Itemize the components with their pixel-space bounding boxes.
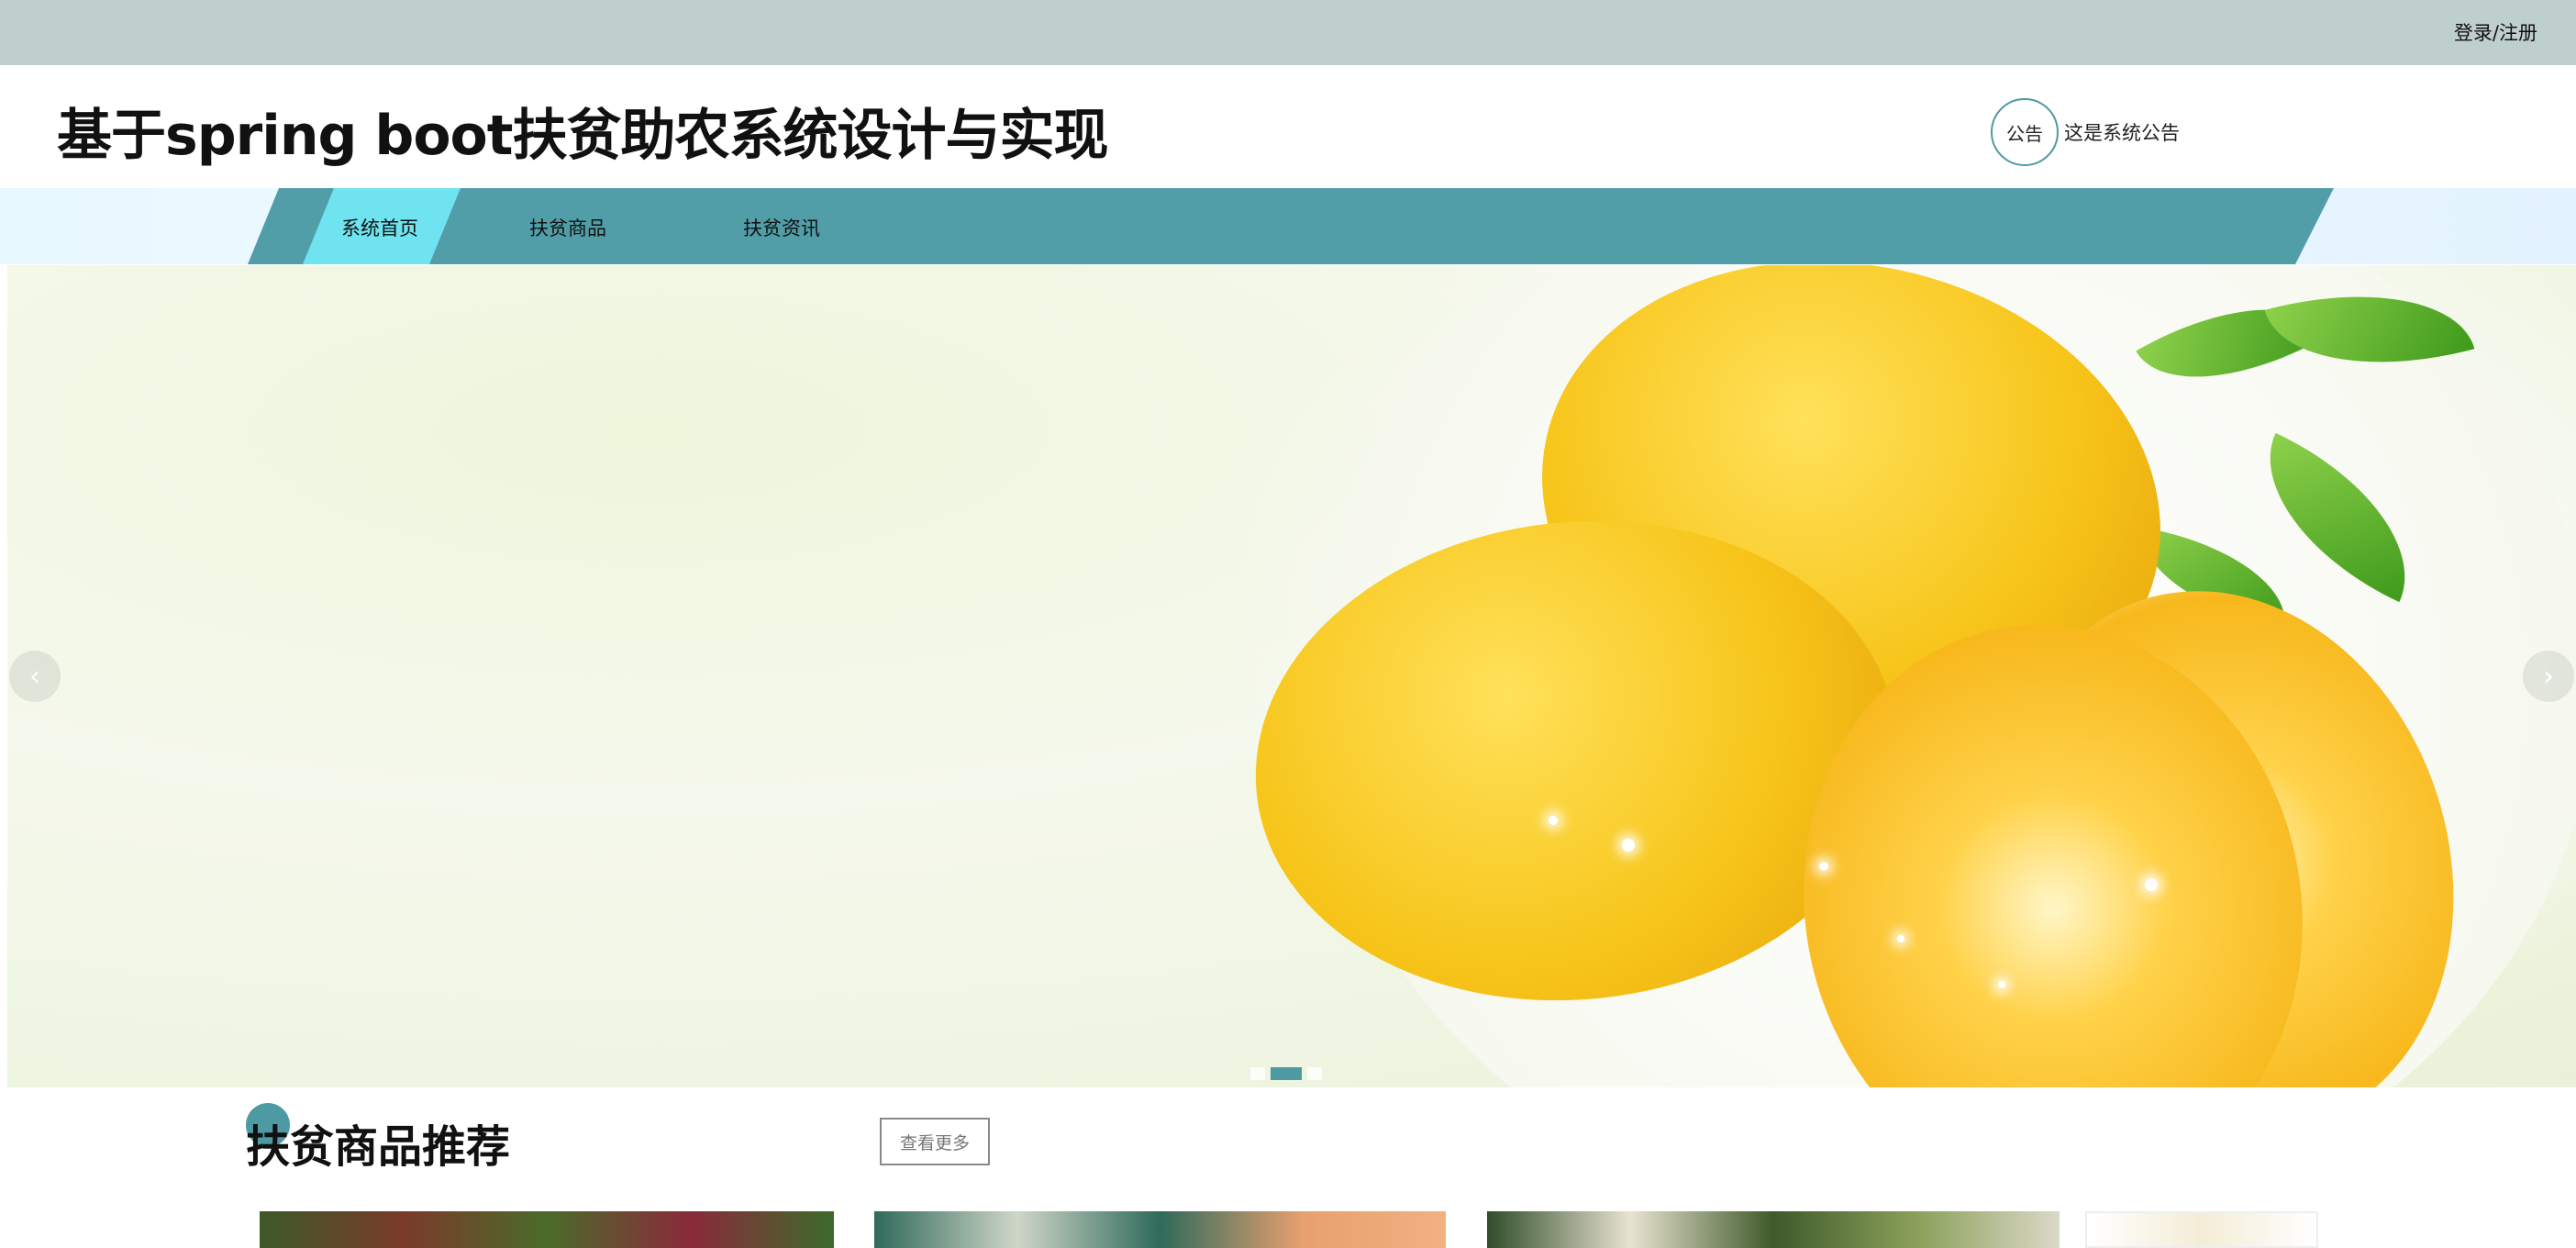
carousel-prev-button[interactable]: ‹ — [9, 651, 61, 702]
nav-item-products[interactable]: 扶贫商品 — [529, 214, 606, 241]
nav-item-news[interactable]: 扶贫资讯 — [743, 214, 820, 241]
notice-text: 这是系统公告 — [2064, 122, 2180, 144]
chevron-right-icon: › — [2543, 660, 2554, 693]
section-title: 扶贫商品推荐 — [246, 1121, 511, 1173]
product-image — [260, 1211, 834, 1248]
top-bar: 登录/注册 — [0, 0, 2576, 65]
sparkle — [1819, 862, 1828, 871]
site-title: 基于spring boot扶贫助农系统设计与实现 — [57, 104, 1108, 168]
product-card[interactable] — [2085, 1211, 2318, 1248]
product-card[interactable] — [874, 1211, 1446, 1248]
sparkle — [1897, 935, 1904, 942]
chevron-left-icon: ‹ — [29, 660, 40, 693]
sparkle — [2145, 878, 2158, 891]
product-image — [874, 1211, 1446, 1248]
carousel-dot[interactable] — [1250, 1067, 1265, 1080]
sparkle — [1998, 981, 2005, 988]
login-register-link[interactable]: 登录/注册 — [2454, 18, 2537, 46]
notice-badge: 公告 — [1991, 98, 2059, 166]
sparkle — [1622, 839, 1635, 852]
view-more-button[interactable]: 查看更多 — [880, 1118, 990, 1165]
site-header: 基于spring boot扶贫助农系统设计与实现 公告 这是系统公告 — [0, 65, 2576, 188]
carousel-indicators — [1250, 1067, 1322, 1080]
banner-carousel[interactable]: ‹ › — [7, 265, 2576, 1087]
product-card[interactable] — [260, 1211, 834, 1248]
product-card[interactable] — [1487, 1211, 2060, 1248]
notice-area[interactable]: 公告 这是系统公告 — [1991, 98, 2180, 166]
carousel-dot-active[interactable] — [1271, 1067, 1302, 1080]
carousel-next-button[interactable]: › — [2523, 651, 2574, 702]
section-header: 扶贫商品推荐 查看更多 — [246, 1099, 1071, 1182]
sparkle — [1549, 816, 1558, 825]
product-image — [1487, 1211, 2060, 1248]
nav-item-home[interactable]: 系统首页 — [341, 214, 418, 241]
carousel-dot[interactable] — [1307, 1067, 1322, 1080]
main-nav: 系统首页 扶贫商品 扶贫资讯 — [0, 188, 2576, 264]
